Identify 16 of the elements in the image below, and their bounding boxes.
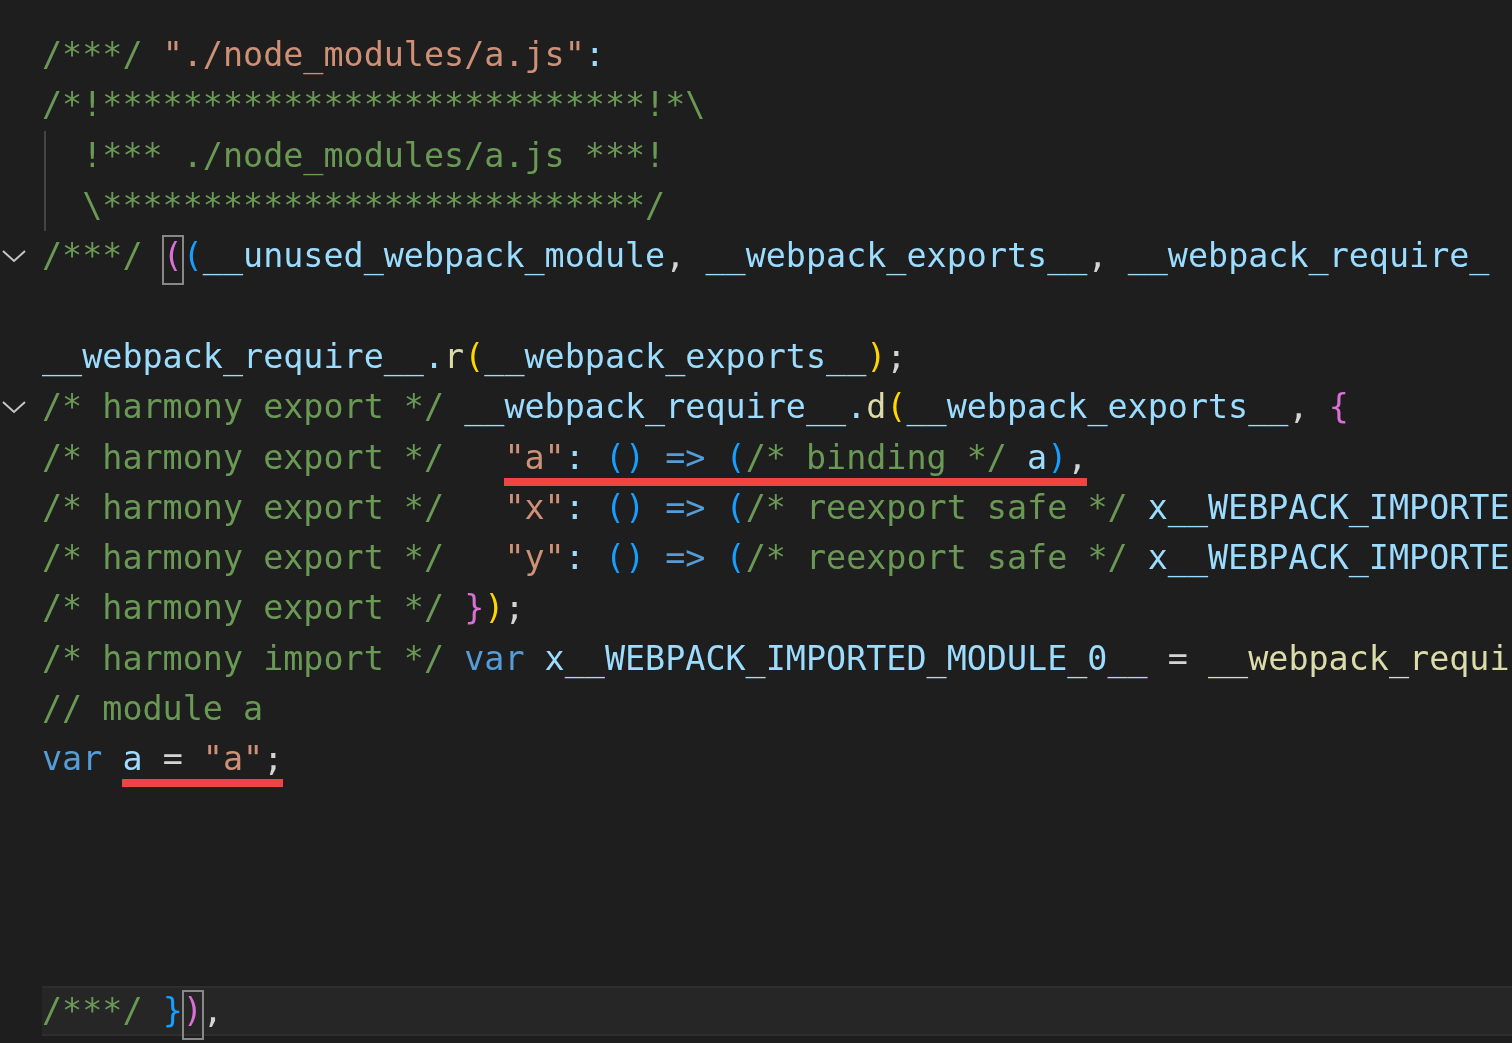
code-line: /* harmony export */ "y": () => (/* reexport safe */ x__WEBPACK_IMPORTE <box>42 537 1511 580</box>
code-line: \***************************/ <box>81 185 667 228</box>
code-line: /* harmony export */ }); <box>42 587 526 630</box>
code-line: // module a <box>42 688 265 730</box>
code-line: var a = "a"; <box>42 734 1512 785</box>
fold-chevron-icon[interactable] <box>1 399 27 416</box>
code-line: /*!***************************!*\ <box>42 84 707 127</box>
code-line: /* harmony export */ __webpack_require__.d(__webpack_exports__, { <box>42 386 1350 429</box>
code-line: !*** ./node_modules/a.js ***! <box>81 134 667 178</box>
code-line: /* harmony import */ var x__WEBPACK_IMPORTED_MODULE_0__ = __webpack_requi <box>42 637 1511 681</box>
code-line: /* harmony export */ "a": () => (/* binding */ a), <box>42 432 1512 483</box>
code-line: /* harmony export */ "x": () => (/* reexport safe */ x__WEBPACK_IMPORTE <box>42 486 1511 530</box>
code-line: /***/ "./node_modules/a.js": <box>42 34 606 77</box>
code-line: __webpack_require__.r(__webpack_exports__); <box>42 335 908 379</box>
fold-chevron-icon[interactable] <box>1 248 27 265</box>
code-line: /***/ ((__unused_webpack_module, __webpack_exports__, __webpack_require_ <box>42 231 1512 282</box>
